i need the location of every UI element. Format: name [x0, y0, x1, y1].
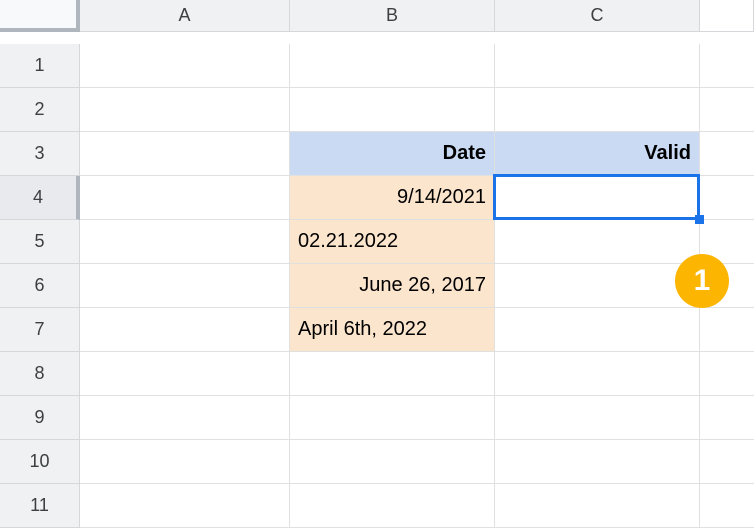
cell-c8[interactable] [495, 352, 700, 396]
cell-a1[interactable] [80, 44, 290, 88]
col-header-c[interactable]: C [495, 0, 700, 32]
row-header-6[interactable]: 6 [0, 264, 80, 308]
cell-c5[interactable] [495, 220, 700, 264]
row-header-4[interactable]: 4 [0, 176, 80, 220]
selection-outline [493, 174, 700, 220]
cell-d2[interactable] [700, 88, 754, 132]
cell-b11[interactable] [290, 484, 495, 528]
cell-c2[interactable] [495, 88, 700, 132]
cell-b6[interactable]: June 26, 2017 [290, 264, 495, 308]
cell-c4[interactable] [495, 176, 700, 220]
spreadsheet-grid: A B C 1 2 3 Date Valid 4 9/14/2021 5 02.… [0, 0, 754, 528]
row-header-10[interactable]: 10 [0, 440, 80, 484]
row-header-9[interactable]: 9 [0, 396, 80, 440]
col-header-a[interactable]: A [80, 0, 290, 32]
selection-handle[interactable] [695, 215, 704, 224]
annotation-badge: 1 [675, 254, 729, 308]
cell-d7[interactable] [700, 308, 754, 352]
cell-d1[interactable] [700, 44, 754, 88]
cell-d4[interactable] [700, 176, 754, 220]
cell-a3[interactable] [80, 132, 290, 176]
cell-b4[interactable]: 9/14/2021 [290, 176, 495, 220]
row-header-2[interactable]: 2 [0, 88, 80, 132]
cell-a5[interactable] [80, 220, 290, 264]
cell-c7[interactable] [495, 308, 700, 352]
cell-b5[interactable]: 02.21.2022 [290, 220, 495, 264]
cell-a2[interactable] [80, 88, 290, 132]
cell-d8[interactable] [700, 352, 754, 396]
cell-b7[interactable]: April 6th, 2022 [290, 308, 495, 352]
col-header-extra[interactable] [700, 0, 754, 32]
row-header-8[interactable]: 8 [0, 352, 80, 396]
cell-a4[interactable] [80, 176, 290, 220]
cell-c10[interactable] [495, 440, 700, 484]
cell-b2[interactable] [290, 88, 495, 132]
cell-b1[interactable] [290, 44, 495, 88]
cell-a9[interactable] [80, 396, 290, 440]
col-header-b[interactable]: B [290, 0, 495, 32]
cell-d11[interactable] [700, 484, 754, 528]
cell-b9[interactable] [290, 396, 495, 440]
cell-b3[interactable]: Date [290, 132, 495, 176]
cell-c11[interactable] [495, 484, 700, 528]
row-header-5[interactable]: 5 [0, 220, 80, 264]
cell-b10[interactable] [290, 440, 495, 484]
cell-b8[interactable] [290, 352, 495, 396]
row-header-1[interactable]: 1 [0, 44, 80, 88]
row-header-7[interactable]: 7 [0, 308, 80, 352]
cell-d10[interactable] [700, 440, 754, 484]
cell-a10[interactable] [80, 440, 290, 484]
cell-a7[interactable] [80, 308, 290, 352]
select-all-corner[interactable] [0, 0, 80, 32]
cell-a6[interactable] [80, 264, 290, 308]
cell-c1[interactable] [495, 44, 700, 88]
cell-c6[interactable] [495, 264, 700, 308]
cell-a8[interactable] [80, 352, 290, 396]
cell-a11[interactable] [80, 484, 290, 528]
cell-c9[interactable] [495, 396, 700, 440]
cell-c3[interactable]: Valid [495, 132, 700, 176]
row-header-11[interactable]: 11 [0, 484, 80, 528]
cell-d3[interactable] [700, 132, 754, 176]
row-header-3[interactable]: 3 [0, 132, 80, 176]
cell-d9[interactable] [700, 396, 754, 440]
